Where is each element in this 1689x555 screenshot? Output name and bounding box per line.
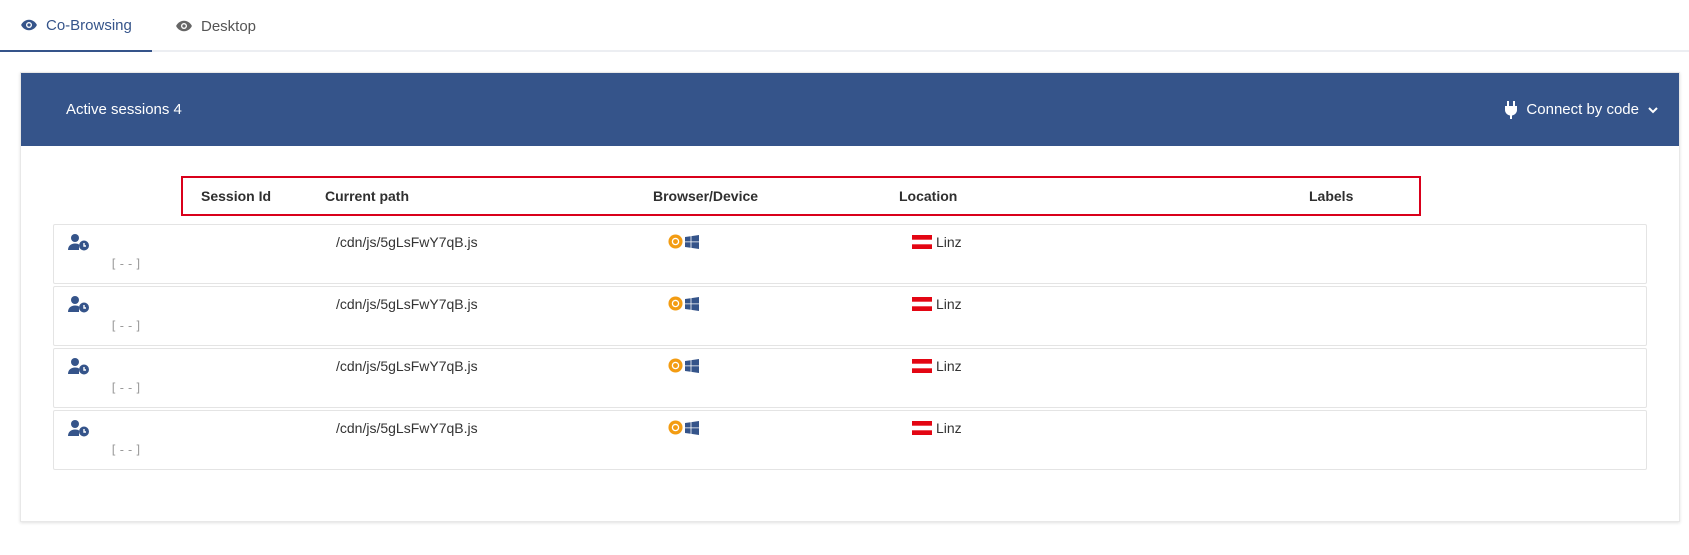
tab-desktop[interactable]: Desktop	[155, 0, 276, 52]
session-id: [--]	[110, 381, 143, 395]
windows-icon	[685, 420, 699, 435]
browser-device	[668, 358, 699, 373]
location-city: Linz	[936, 234, 962, 250]
panel-header: Active sessions 4 Connect by code	[21, 73, 1679, 146]
chevron-down-icon	[1648, 106, 1658, 113]
windows-icon	[685, 234, 699, 249]
current-path: /cdn/js/5gLsFwY7qB.js	[336, 358, 478, 374]
chrome-icon	[668, 234, 683, 249]
austria-flag	[912, 297, 932, 311]
active-sessions-title: Active sessions 4	[66, 101, 182, 118]
session-id: [--]	[110, 319, 143, 333]
austria-flag	[912, 235, 932, 249]
browser-device	[668, 296, 699, 311]
connect-by-code-button[interactable]: Connect by code	[1504, 73, 1659, 146]
table-row[interactable]: [--] /cdn/js/5gLsFwY7qB.js Linz	[53, 348, 1647, 408]
table-row[interactable]: [--] /cdn/js/5gLsFwY7qB.js Linz	[53, 286, 1647, 346]
chrome-icon	[668, 420, 683, 435]
location-city: Linz	[936, 296, 962, 312]
location-city: Linz	[936, 420, 962, 436]
user-clock-icon	[68, 234, 89, 251]
column-current-path[interactable]: Current path	[325, 178, 409, 214]
current-path: /cdn/js/5gLsFwY7qB.js	[336, 420, 478, 436]
chrome-icon	[668, 296, 683, 311]
plug-icon	[1505, 100, 1518, 119]
column-location[interactable]: Location	[899, 178, 957, 214]
user-clock-icon	[68, 296, 89, 313]
sessions-panel: Active sessions 4 Connect by code Sessio…	[20, 72, 1680, 522]
table-row[interactable]: [--] /cdn/js/5gLsFwY7qB.js Linz	[53, 224, 1647, 284]
session-id: [--]	[110, 257, 143, 271]
eye-icon	[21, 19, 37, 31]
chrome-icon	[668, 358, 683, 373]
session-id: [--]	[110, 443, 143, 457]
tab-label: Co-Browsing	[46, 16, 132, 34]
location: Linz	[912, 420, 962, 436]
tab-co-browsing[interactable]: Co-Browsing	[0, 0, 152, 52]
windows-icon	[685, 296, 699, 311]
browser-device	[668, 234, 699, 249]
austria-flag	[912, 359, 932, 373]
eye-icon	[176, 20, 192, 32]
windows-icon	[685, 358, 699, 373]
column-labels[interactable]: Labels	[1309, 178, 1353, 214]
column-browser-device[interactable]: Browser/Device	[653, 178, 758, 214]
austria-flag	[912, 421, 932, 435]
tab-label: Desktop	[201, 17, 257, 35]
connect-label: Connect by code	[1526, 101, 1639, 118]
location: Linz	[912, 358, 962, 374]
current-path: /cdn/js/5gLsFwY7qB.js	[336, 296, 478, 312]
location-city: Linz	[936, 358, 962, 374]
browser-device	[668, 420, 699, 435]
column-session-id[interactable]: Session Id	[201, 178, 271, 214]
tab-bar: Co-Browsing Desktop	[0, 0, 1689, 52]
table-header: Session Id Current path Browser/Device L…	[181, 176, 1421, 216]
location: Linz	[912, 296, 962, 312]
user-clock-icon	[68, 358, 89, 375]
table-row[interactable]: [--] /cdn/js/5gLsFwY7qB.js Linz	[53, 410, 1647, 470]
user-clock-icon	[68, 420, 89, 437]
current-path: /cdn/js/5gLsFwY7qB.js	[336, 234, 478, 250]
location: Linz	[912, 234, 962, 250]
